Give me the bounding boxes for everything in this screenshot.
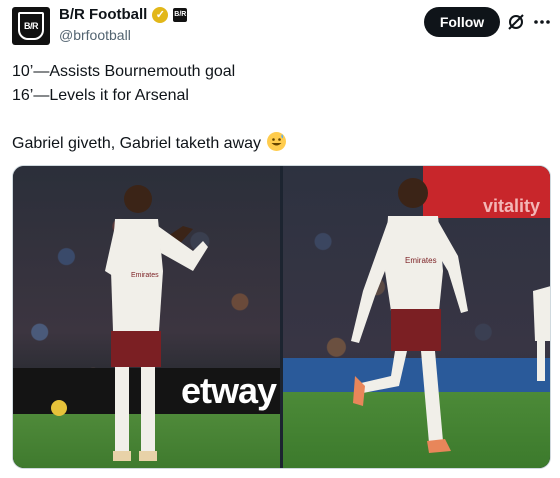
media-gallery[interactable]: etway Emirates vitality Emirates — [12, 165, 551, 469]
handle[interactable]: @brfootball — [59, 27, 131, 43]
display-name[interactable]: B/R Football — [59, 6, 147, 23]
tweet-line-with-emoji: Gabriel giveth, Gabriel taketh away — [12, 132, 548, 156]
affiliate-badge-icon[interactable]: B/R — [173, 7, 188, 22]
more-icon[interactable] — [532, 12, 552, 32]
jersey-sponsor: Emirates — [405, 256, 437, 265]
follow-button[interactable]: Follow — [424, 7, 500, 37]
tweet-header: B/R B/R Football ✓ B/R @brfootball Follo… — [0, 0, 560, 56]
name-row: B/R Football ✓ B/R — [59, 6, 188, 23]
ball — [51, 400, 67, 416]
photo-left[interactable]: etway Emirates — [13, 166, 280, 468]
grok-icon[interactable] — [506, 12, 526, 32]
verified-badge-icon[interactable]: ✓ — [152, 6, 169, 23]
player-figure: Emirates — [351, 178, 468, 453]
player-figure: Emirates — [105, 185, 208, 461]
tweet-line: Gabriel giveth, Gabriel taketh away — [12, 135, 262, 152]
avatar-logo: B/R — [18, 12, 44, 40]
background-player — [533, 286, 550, 381]
jersey-sponsor: Emirates — [131, 272, 159, 279]
tweet-line: 16’—Levels it for Arsenal — [12, 87, 189, 104]
photo-right[interactable]: vitality Emirates — [283, 166, 550, 468]
tweet-line: 10’—Assists Bournemouth goal — [12, 63, 236, 80]
grinning-sweat-emoji-icon — [267, 132, 287, 151]
avatar[interactable]: B/R — [12, 7, 50, 45]
tweet-text: 10’—Assists Bournemouth goal 16’—Levels … — [12, 60, 548, 156]
